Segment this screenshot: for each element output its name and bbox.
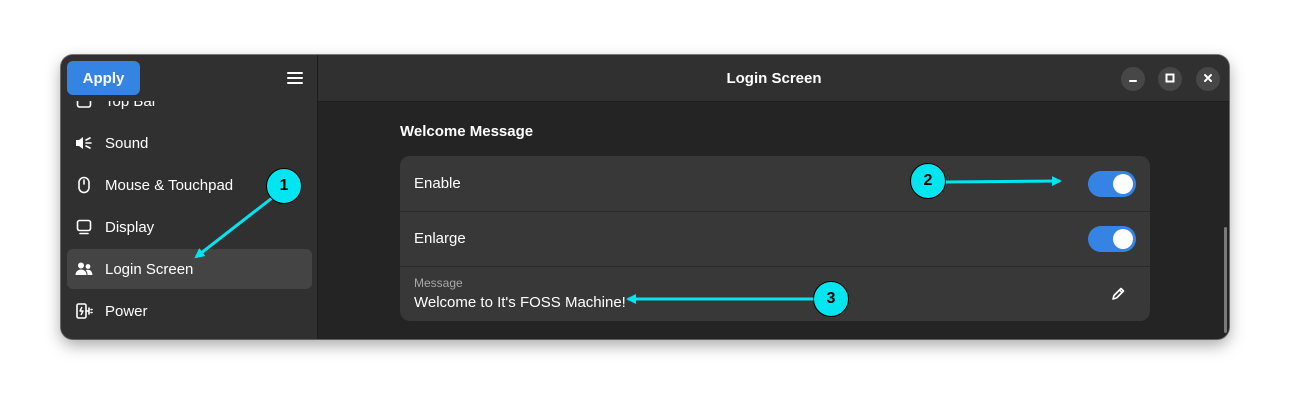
enable-switch[interactable] [1088,171,1136,197]
sidebar-item-label: Mouse & Touchpad [105,176,234,194]
sidebar-item-label: Display [105,218,155,236]
power-plug-icon [75,302,93,320]
sidebar-item-label: Power [105,302,148,320]
apply-button[interactable]: Apply [67,61,140,95]
switch-knob [1113,174,1133,194]
header-bar: Login Screen [318,55,1229,102]
close-icon [1203,70,1213,88]
minimize-button[interactable] [1121,67,1145,91]
sidebar-item-sound[interactable]: Sound [67,123,312,163]
sidebar-header: Apply [61,55,317,101]
speaker-icon [75,134,93,152]
welcome-message-card: Enable Enlarge Message Welcome to It's F… [400,156,1150,321]
sidebar-item-label: Sound [105,134,149,152]
minimize-icon [1128,70,1138,88]
maximize-icon [1165,70,1175,88]
message-row[interactable]: Message Welcome to It's FOSS Machine! [400,266,1150,321]
enlarge-switch[interactable] [1088,226,1136,252]
pencil-icon[interactable] [1107,283,1129,305]
window-title: Login Screen [726,69,822,87]
switch-knob [1113,229,1133,249]
close-button[interactable] [1196,67,1220,91]
welcome-message-group-title: Welcome Message [400,123,534,140]
message-caption: Message [414,276,463,290]
enable-row: Enable [400,156,1150,212]
maximize-button[interactable] [1158,67,1182,91]
annotation-badge-1: 1 [266,168,302,204]
sidebar-item-login-screen[interactable]: Login Screen [67,249,312,289]
scrollbar[interactable] [1224,227,1227,333]
display-icon [75,218,93,236]
enlarge-row: Enlarge [400,211,1150,267]
message-input[interactable]: Welcome to It's FOSS Machine! [414,294,626,311]
mouse-icon [75,176,93,194]
sidebar-item-label: Login Screen [105,260,194,278]
app-window: Top Bar Sound Mouse & Touchpad Display L… [61,55,1229,339]
content-area: Login Screen Welcome Message Enable Enla… [317,55,1229,339]
enlarge-label: Enlarge [414,230,466,247]
users-icon [75,260,93,278]
annotation-badge-3: 3 [813,281,849,317]
sidebar-item-display[interactable]: Display [67,207,312,247]
annotation-badge-2: 2 [910,163,946,199]
hamburger-menu-icon[interactable] [283,66,307,90]
sidebar-item-power[interactable]: Power [67,291,312,331]
enable-label: Enable [414,175,461,192]
